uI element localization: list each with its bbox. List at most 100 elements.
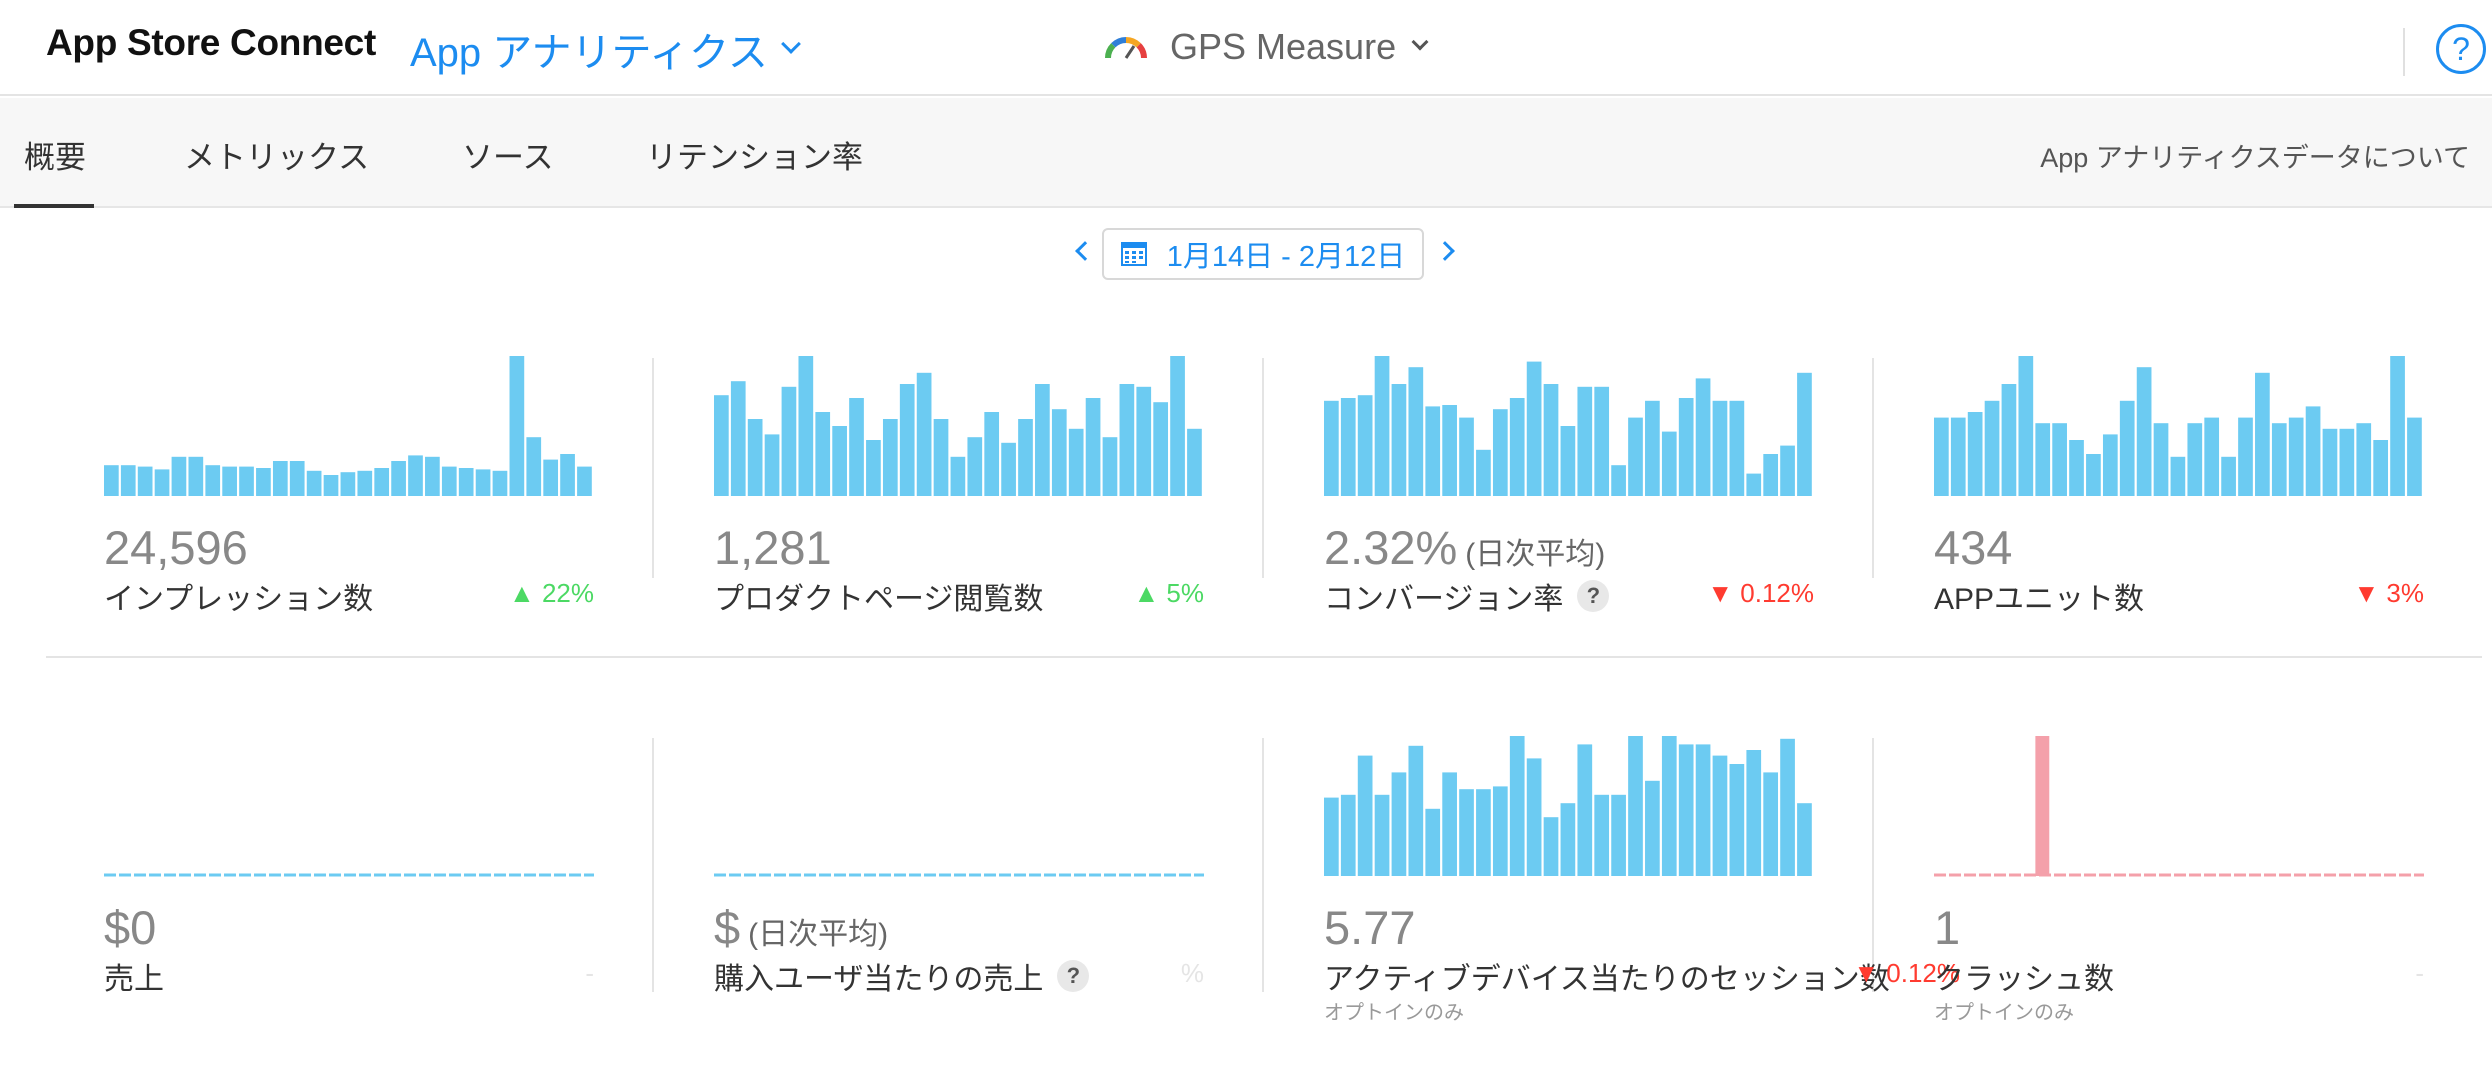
conversion-rate-chart	[1324, 356, 1812, 496]
chart-bar	[1577, 744, 1593, 876]
metric-label: 購入ユーザ当たりの売上?	[714, 954, 1090, 998]
metric-conversion-rate[interactable]: 2.32% (日次平均) コンバージョン率? ▼ 0.12%	[1324, 356, 1814, 656]
app-selector[interactable]: GPS Measure	[1104, 26, 1429, 68]
metric-sub-label: オプトインのみ	[1934, 1002, 2074, 1024]
chart-bar	[1967, 412, 1983, 496]
chart-bar	[2136, 367, 2152, 496]
sales-chart	[104, 873, 594, 877]
chart-bar	[2305, 406, 2321, 496]
value-suffix: (日次平均)	[748, 918, 889, 951]
help-button[interactable]: ?	[2436, 24, 2486, 74]
metric-app-units[interactable]: 434 APPユニット数 ▼ 3%	[1934, 356, 2424, 656]
calendar-icon	[1120, 242, 1147, 266]
chart-bar	[2407, 417, 2422, 496]
metric-change: -	[2415, 958, 2424, 988]
chart-bar	[1391, 772, 1407, 876]
chart-bar	[1119, 384, 1135, 496]
chart-bar	[1374, 356, 1390, 496]
tab-sources[interactable]: ソース	[462, 132, 553, 177]
chart-bar	[1950, 417, 1966, 496]
metric-product-page-views[interactable]: 1,281 プロダクトページ閲覧数 ▲ 5%	[714, 356, 1204, 656]
chart-bar	[950, 456, 966, 496]
help-icon[interactable]: ?	[1057, 960, 1090, 992]
chevron-down-icon	[780, 34, 801, 54]
chart-bar	[1357, 395, 1373, 496]
metric-crashes[interactable]: 1 クラッシュ数 - オプトインのみ	[1934, 736, 2424, 1036]
chart-bar	[120, 465, 136, 496]
chart-bar	[1763, 454, 1779, 496]
gauge-app-icon	[1105, 37, 1147, 59]
chart-bar	[1408, 745, 1424, 876]
chart-bar	[458, 468, 474, 496]
chart-bar	[1001, 442, 1016, 496]
chart-bar	[2187, 423, 2203, 496]
chart-bar	[798, 356, 814, 496]
metric-sales[interactable]: $0 売上 -	[104, 736, 594, 1036]
chart-bar	[1780, 738, 1795, 876]
chart-bar	[2170, 456, 2186, 496]
chart-bar	[1695, 744, 1711, 876]
metric-revenue-per-paying-user[interactable]: $ (日次平均) 購入ユーザ当たりの売上? %	[714, 736, 1204, 1036]
chart-bar	[1678, 398, 1694, 496]
chart-bar	[1018, 419, 1033, 496]
chart-bar	[764, 434, 780, 496]
chart-bar	[1408, 367, 1424, 496]
chart-bar	[730, 381, 746, 496]
chart-bar	[1509, 736, 1525, 876]
brand-title[interactable]: App Store Connect	[46, 22, 376, 64]
chart-bar	[1324, 400, 1339, 496]
revenue-per-user-chart	[714, 873, 1204, 877]
metric-change: ▼ 3%	[2353, 578, 2424, 608]
chart-bar	[1628, 417, 1643, 496]
metric-label: APPユニット数	[1934, 583, 2145, 616]
chart-bar	[2339, 428, 2355, 496]
row-divider	[46, 656, 2482, 658]
metric-impressions[interactable]: 24,596 インプレッション数 ▲ 22%	[104, 356, 594, 656]
metric-label: 売上	[104, 963, 164, 996]
metric-label: コンバージョン率?	[1324, 574, 1610, 618]
chart-bar	[2356, 423, 2372, 496]
date-range-picker[interactable]: 1月14日 - 2月12日	[1102, 228, 1424, 280]
chart-bar	[1526, 758, 1542, 876]
metric-change: ▲ 5%	[1133, 578, 1204, 608]
tab-metrics[interactable]: メトリックス	[184, 132, 369, 177]
help-icon[interactable]: ?	[1577, 580, 1610, 612]
chart-bar	[1645, 400, 1660, 496]
metric-value: 434	[1934, 521, 2013, 574]
chart-bar	[1136, 386, 1152, 496]
chart-bar	[1729, 400, 1745, 496]
chart-bar	[1442, 405, 1457, 496]
chevron-down-icon	[1411, 33, 1429, 51]
chart-bar	[526, 437, 542, 496]
chart-bar	[1425, 406, 1441, 496]
metric-sessions-per-device[interactable]: 5.77 アクティブデバイス当たりのセッション数 ▼ 0.12% オプトインのみ	[1324, 736, 1960, 1036]
chart-bar	[2255, 372, 2270, 496]
chart-bar	[2035, 736, 2050, 876]
chart-bar	[2390, 356, 2405, 496]
chart-bar	[2238, 417, 2253, 496]
about-analytics-link[interactable]: App アナリティクスデータについて	[2040, 136, 2470, 175]
chart-bar	[2221, 456, 2236, 496]
tab-overview[interactable]: 概要	[24, 132, 86, 177]
chart-bar	[2288, 417, 2304, 496]
chart-bar	[967, 437, 983, 496]
next-period-button[interactable]	[1435, 241, 1455, 261]
chart-bar	[747, 419, 763, 496]
chart-bar	[933, 419, 949, 496]
chart-bar	[781, 386, 797, 496]
tab-retention[interactable]: リテンション率	[646, 132, 863, 177]
module-selector[interactable]: App アナリティクス	[410, 20, 801, 78]
chart-bar	[1391, 384, 1407, 496]
chart-bar	[882, 419, 898, 496]
chart-bar	[2119, 400, 2135, 496]
previous-period-button[interactable]	[1075, 241, 1095, 261]
chart-bar	[1492, 409, 1508, 496]
chart-bar	[289, 461, 305, 496]
impressions-chart	[104, 356, 592, 496]
chart-bar	[171, 456, 187, 496]
chart-bar	[543, 459, 559, 496]
chart-bar	[1594, 794, 1610, 876]
column-divider	[1262, 358, 1264, 578]
metric-value: 1,281	[714, 521, 832, 574]
chart-bar	[1153, 402, 1169, 496]
